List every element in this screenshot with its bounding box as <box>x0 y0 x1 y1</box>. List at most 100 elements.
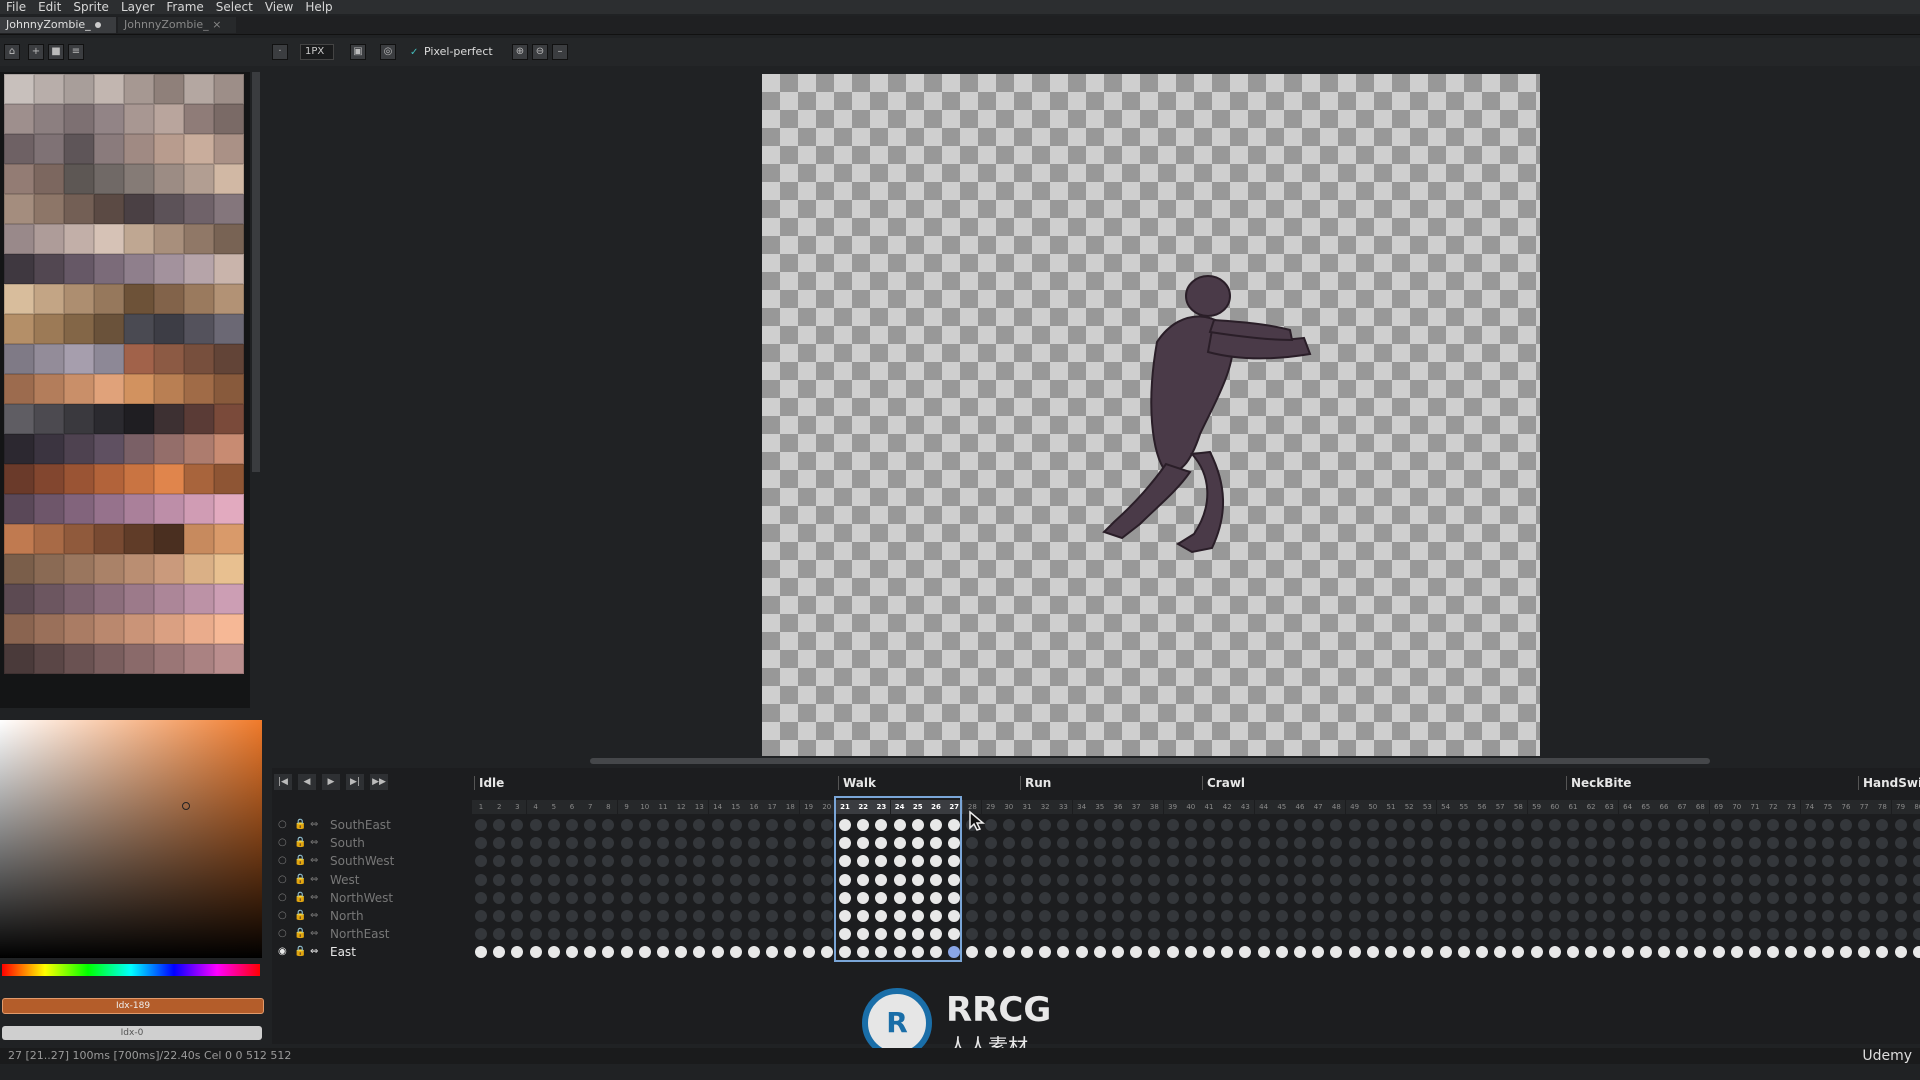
cel[interactable] <box>1749 910 1761 922</box>
palette-swatch[interactable] <box>64 524 94 554</box>
cel[interactable] <box>1767 946 1780 959</box>
palette-scrollbar[interactable] <box>252 72 260 472</box>
cel[interactable] <box>1494 837 1507 850</box>
cel[interactable] <box>1494 819 1507 831</box>
cel[interactable] <box>1057 891 1070 904</box>
palette-swatch[interactable] <box>34 164 64 194</box>
palette-swatch[interactable] <box>4 194 34 224</box>
palette-swatch[interactable] <box>64 314 94 344</box>
palette-swatch[interactable] <box>124 524 154 554</box>
palette-swatch[interactable] <box>4 374 34 404</box>
cel[interactable] <box>1858 873 1871 886</box>
cel[interactable] <box>638 873 651 886</box>
frame-number[interactable]: 47 <box>1309 800 1328 814</box>
cel[interactable] <box>1621 837 1634 850</box>
cel[interactable] <box>1039 855 1052 868</box>
palette-swatch[interactable] <box>64 434 94 464</box>
palette-swatch[interactable] <box>4 434 34 464</box>
layer-row-southwest[interactable]: ○ 🔒 ⇔ SouthWest <box>272 852 472 870</box>
frame-number[interactable]: 16 <box>745 800 763 814</box>
cel[interactable] <box>1567 946 1579 959</box>
tag-walk[interactable]: Walk <box>838 776 876 790</box>
cel[interactable] <box>1002 891 1015 904</box>
cel[interactable] <box>729 819 742 831</box>
cel[interactable] <box>1330 819 1343 831</box>
cel[interactable] <box>493 891 506 904</box>
frame-number[interactable]: 53 <box>1418 800 1437 814</box>
palette-swatch[interactable] <box>4 494 34 524</box>
frame-number[interactable]: 46 <box>1291 800 1309 814</box>
cel[interactable] <box>1093 855 1106 868</box>
cel[interactable] <box>1694 891 1707 904</box>
cel[interactable] <box>1148 910 1161 922</box>
palette-swatch[interactable] <box>154 494 184 524</box>
cel[interactable] <box>1712 946 1725 959</box>
cel[interactable] <box>620 946 633 959</box>
cel[interactable] <box>529 855 542 868</box>
cel[interactable] <box>1075 928 1088 941</box>
cel[interactable] <box>1166 928 1179 941</box>
palette-swatch[interactable] <box>184 644 214 674</box>
cel[interactable] <box>984 837 997 850</box>
cel[interactable] <box>475 946 487 959</box>
cel[interactable] <box>675 873 688 886</box>
cel[interactable] <box>1148 873 1161 886</box>
cel[interactable] <box>784 837 797 850</box>
cel[interactable] <box>1330 910 1343 922</box>
cel[interactable] <box>1912 910 1920 922</box>
palette-swatch[interactable] <box>214 224 244 254</box>
palette-swatch[interactable] <box>184 194 214 224</box>
frame-number[interactable]: 6 <box>563 800 581 814</box>
cel[interactable] <box>802 928 815 941</box>
palette-swatch[interactable] <box>184 494 214 524</box>
shading-mode-icon[interactable]: ◎ <box>380 44 396 60</box>
cel[interactable] <box>511 819 524 831</box>
cel[interactable] <box>1712 873 1725 886</box>
cel[interactable] <box>1112 819 1124 831</box>
cel[interactable] <box>1257 910 1270 922</box>
palette-swatch[interactable] <box>214 374 244 404</box>
frame-number[interactable]: 12 <box>672 800 691 814</box>
tag-crawl[interactable]: Crawl <box>1202 776 1245 790</box>
palette-swatch[interactable] <box>184 614 214 644</box>
cel[interactable] <box>802 873 815 886</box>
cel[interactable] <box>693 855 706 868</box>
brush-size-field[interactable]: 1PX <box>300 44 334 60</box>
cel[interactable] <box>1221 837 1234 850</box>
palette-swatch[interactable] <box>124 464 154 494</box>
cel[interactable] <box>802 946 815 959</box>
cel[interactable] <box>1840 819 1852 831</box>
cel[interactable] <box>1439 855 1452 868</box>
cel[interactable] <box>1148 891 1161 904</box>
cel[interactable] <box>1457 819 1470 831</box>
palette-swatch[interactable] <box>184 464 214 494</box>
cel[interactable] <box>657 837 669 850</box>
palette-menu-icon[interactable]: ≡ <box>68 44 84 60</box>
cel[interactable] <box>1421 891 1434 904</box>
palette-swatch[interactable] <box>124 614 154 644</box>
palette-swatch[interactable] <box>214 434 244 464</box>
palette-swatch[interactable] <box>184 404 214 434</box>
cel[interactable] <box>1912 873 1920 886</box>
cel[interactable] <box>802 891 815 904</box>
cel[interactable] <box>1567 819 1579 831</box>
cel[interactable] <box>1312 891 1325 904</box>
cel[interactable] <box>1512 855 1525 868</box>
cel[interactable] <box>1585 855 1598 868</box>
symmetry-horizontal-icon[interactable]: ⊖ <box>532 44 548 60</box>
hue-slider[interactable] <box>2 964 260 976</box>
new-color-icon[interactable]: + <box>28 44 44 60</box>
cel[interactable] <box>1821 855 1834 868</box>
cel[interactable] <box>1858 946 1871 959</box>
cel[interactable] <box>1166 837 1179 850</box>
tab-active-document[interactable]: JohnnyZombie_ <box>0 17 116 33</box>
cel[interactable] <box>1257 855 1270 868</box>
cel[interactable] <box>1767 819 1780 831</box>
cel[interactable] <box>1312 910 1325 922</box>
layer-row-north[interactable]: ○ 🔒 ⇔ North <box>272 907 472 925</box>
palette-swatch[interactable] <box>124 374 154 404</box>
cel[interactable] <box>1603 837 1616 850</box>
cel[interactable] <box>529 837 542 850</box>
cel[interactable] <box>1912 837 1920 850</box>
palette-swatch[interactable] <box>34 284 64 314</box>
